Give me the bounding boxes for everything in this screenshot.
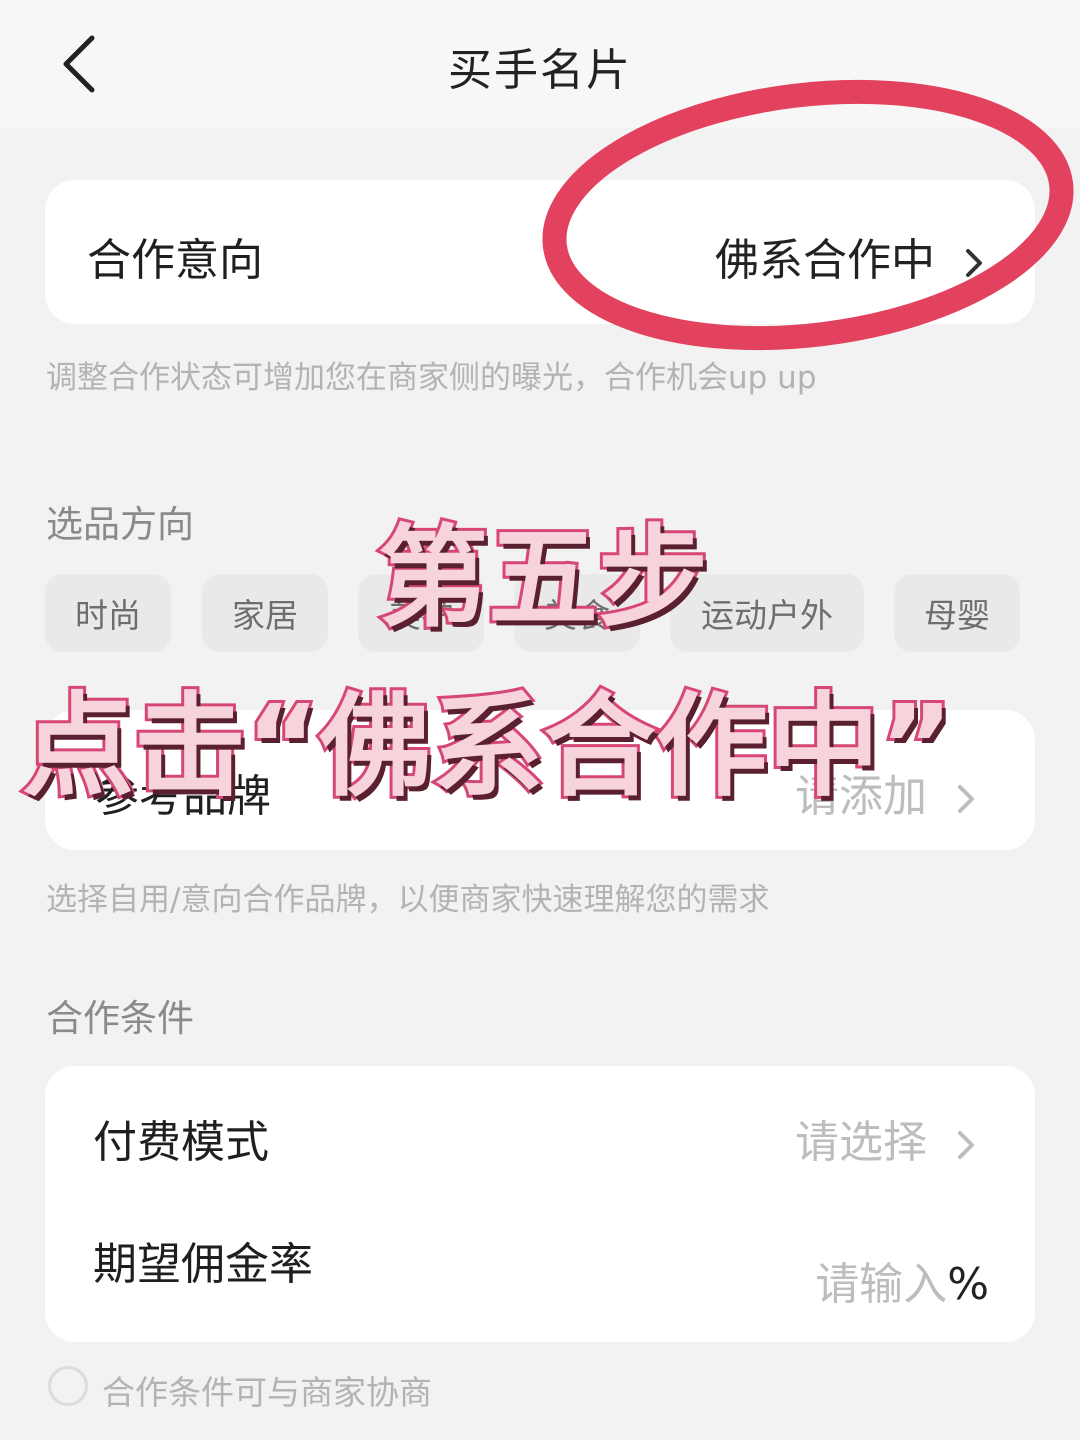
payment-mode-label: 付费模式 [93,1117,269,1168]
brands-hint: 选择自用/意向合作品牌，以便商家快速理解您的需求 [46,882,770,918]
cooperation-intent-label: 合作意向 [87,235,263,286]
chevron-right-icon [958,1131,974,1159]
commission-rate-row: 期望佣金率 请输入% [45,1196,1035,1342]
commission-rate-input[interactable]: 请输入 [815,1259,947,1310]
conditions-card: 付费模式 请选择 期望佣金率 请输入% [45,1066,1035,1342]
chevron-right-icon [966,249,982,277]
instruction-annotation: 点击“佛系合作中” [19,679,956,815]
percent-unit: % [947,1259,989,1310]
commission-rate-label: 期望佣金率 [93,1239,313,1290]
negotiable-label: 合作条件可与商家协商 [102,1373,432,1412]
cooperation-intent-row[interactable]: 合作意向 佛系合作中 [45,180,1035,324]
payment-mode-value[interactable]: 请选择 [795,1106,977,1170]
cooperation-hint: 调整合作状态可增加您在商家侧的曝光，合作机会up up [46,360,817,396]
chip-home[interactable]: 家居 [202,574,328,652]
conditions-section-title: 合作条件 [46,997,194,1040]
negotiable-radio[interactable] [48,1366,88,1406]
cooperation-intent-value[interactable]: 佛系合作中 [715,224,985,288]
payment-mode-row[interactable]: 付费模式 请选择 [45,1066,1035,1196]
selection-section-title: 选品方向 [46,503,194,546]
step-annotation: 第五步 [375,511,711,645]
page-title: 买手名片 [448,45,632,96]
payment-mode-value-text: 请选择 [795,1117,927,1168]
chevron-right-icon [958,785,974,813]
chip-mother-baby[interactable]: 母婴 [894,574,1020,652]
nav-bar: 买手名片 [0,0,1080,128]
cooperation-intent-value-text: 佛系合作中 [715,235,935,286]
chip-fashion[interactable]: 时尚 [45,574,171,652]
commission-rate-field[interactable]: 请输入% [815,1248,989,1312]
